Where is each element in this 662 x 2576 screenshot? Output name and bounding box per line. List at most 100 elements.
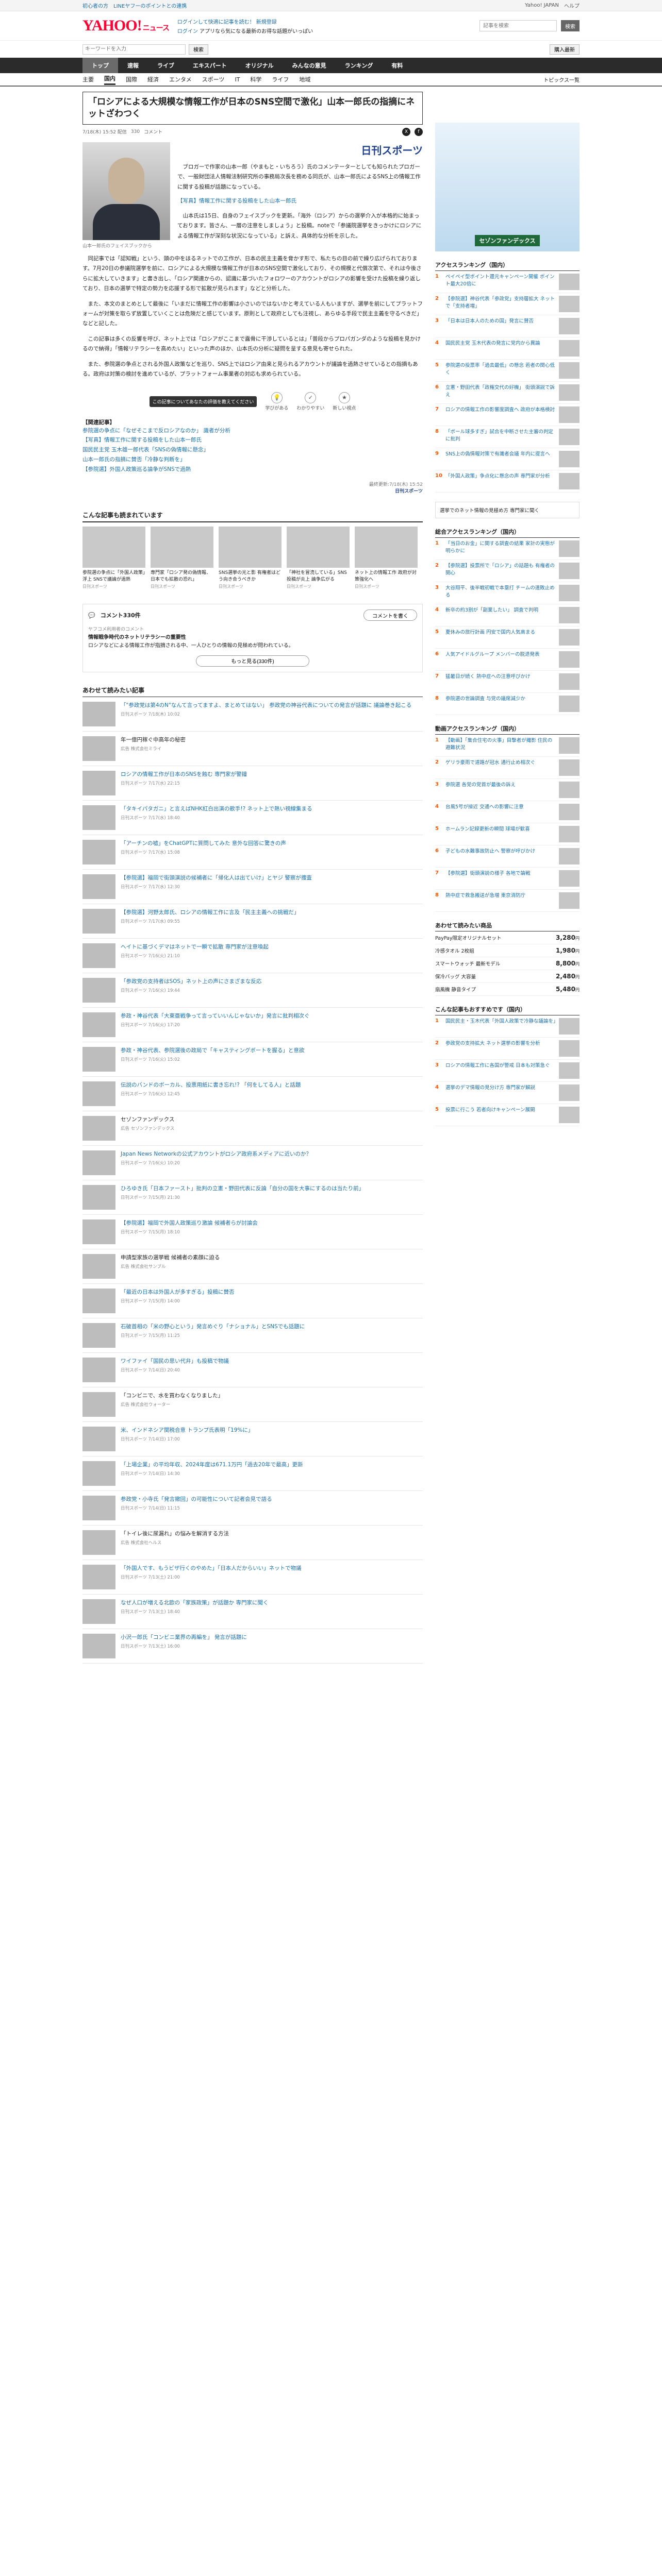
list-item[interactable]: 「外国人です、もうビザ行くのやめた」「日本人だからいい」ネットで物議 日刊スポーツ… xyxy=(82,1560,423,1595)
list-item[interactable]: なぜ人口が増える北欧の「家族政策」が話題か 専門家に聞く 日刊スポーツ 7/13(… xyxy=(82,1595,423,1629)
list-item[interactable]: 【参院選】河野太郎氏、ロシアの情報工作に言及「民主主義への挑戦だ」 日刊スポーツ … xyxy=(82,904,423,939)
cat-main[interactable]: 主要 xyxy=(82,75,94,83)
nav-tab-opinion[interactable]: みんなの意見 xyxy=(283,58,336,73)
rank-item[interactable]: 8 参院選の世論調査 与党の議席減少か xyxy=(435,693,580,715)
cat-entertainment[interactable]: エンタメ xyxy=(169,75,192,83)
keyword-input[interactable] xyxy=(82,44,186,55)
cat-domestic[interactable]: 国内 xyxy=(104,74,115,85)
list-item[interactable]: ヘイトに基づくデマはネットで一瞬で拡散 専門家が注意喚起 日刊スポーツ 7/16(… xyxy=(82,939,423,973)
list-item[interactable]: 【参院選】福岡で外国人政策巡り激論 候補者らが討論会 日刊スポーツ 7/15(月)… xyxy=(82,1215,423,1249)
header-search-input[interactable] xyxy=(479,20,557,31)
nav-tab-top[interactable]: トップ xyxy=(82,58,118,73)
yahoo-japan-link[interactable]: Yahoo! JAPAN xyxy=(525,3,559,8)
list-item[interactable]: 「アーチンの嘘」をChatGPTに質問してみた 意外な回答に驚きの声 日刊スポーツ… xyxy=(82,835,423,870)
cat-sports[interactable]: スポーツ xyxy=(202,75,225,83)
write-comment-button[interactable]: コメントを書く xyxy=(363,609,417,621)
reaction-learn[interactable]: 💡 学びがある xyxy=(265,392,288,411)
latest-button[interactable]: 購入最新 xyxy=(550,44,580,55)
ad-list-item[interactable]: セゾンファンデックス 広告 セゾンファンデックス xyxy=(82,1111,423,1146)
nav-tab-live[interactable]: ライブ xyxy=(148,58,184,73)
list-item[interactable]: 参政党・小寺氏「発言撤回」の可能性について記者会見で語る 日刊スポーツ 7/14(… xyxy=(82,1491,423,1526)
paypay-item[interactable]: PayPay限定オリジナルセット 3,280円 xyxy=(435,931,580,944)
cat-life[interactable]: ライフ xyxy=(272,75,289,83)
nav-tab-ranking[interactable]: ランキング xyxy=(336,58,383,73)
related-link[interactable]: 【参院選】外国人政策巡る論争がSNSで過熱 xyxy=(82,465,423,474)
cat-economy[interactable]: 経済 xyxy=(147,75,159,83)
comment-count[interactable]: 330 xyxy=(131,129,140,134)
rank-item[interactable]: 3 「日本は日本人のための国」発言に賛否 xyxy=(435,315,580,337)
list-item[interactable]: 「参政党の支持者はSOS」ネット上の声にさまざまな反応 日刊スポーツ 7/16(火… xyxy=(82,973,423,1008)
rank-item[interactable]: 4 国民民主党 玉木代表の発言に党内から異論 xyxy=(435,337,580,360)
list-item[interactable]: ロシアの情報工作が日本のSNSを蝕む 専門家が警鐘 日刊スポーツ 7/17(水) … xyxy=(82,766,423,801)
login-link[interactable]: ログイン xyxy=(177,29,198,35)
rank-item[interactable]: 7 【参院選】街頭演説の様子 各地で論戦 xyxy=(435,868,580,890)
cat-world[interactable]: 国際 xyxy=(126,75,137,83)
ad-list-item[interactable]: 申請型家族の選挙戦 候補者の素顔に迫る 広告 株式会社サンプル xyxy=(82,1249,423,1284)
rank-item[interactable]: 2 参政党の支持拡大 ネット選挙の影響を分析 xyxy=(435,1038,580,1060)
rank-item[interactable]: 1 【動画】「集合住宅の火事」目撃者が撮影 住民の避難状況 xyxy=(435,735,580,757)
rank-item[interactable]: 10 「外国人政策」争点化に懸念の声 専門家が分析 xyxy=(435,470,580,493)
rank-item[interactable]: 3 ロシアの情報工作に各国が警戒 日本も対策急ぐ xyxy=(435,1060,580,1082)
rank-item[interactable]: 6 立憲・野田代表「政権交代の好機」 街頭演説で訴え xyxy=(435,382,580,404)
line-yahoo-link[interactable]: LINEヤフーのポイントとの連携 xyxy=(113,2,187,9)
rank-item[interactable]: 3 大谷翔平、後半戦初戦で本塁打 チームの連敗止める xyxy=(435,582,580,604)
expert-title[interactable]: 情報戦争時代のネットリテラシーの重要性 xyxy=(88,635,186,640)
list-item[interactable]: ひろゆき氏「日本ファースト」批判の立憲・野田代表に反論「自分の国を大事にするのは… xyxy=(82,1180,423,1215)
related-link[interactable]: 国民民主党 玉木雄一郎代表「SNSの偽情報に懸念」 xyxy=(82,445,423,455)
sidebar-ad[interactable]: セゾンファンデックス xyxy=(435,123,580,251)
ad-list-item[interactable]: 「トイレ後に尿漏れ」の悩みを解消する方法 広告 株式会社ヘルス xyxy=(82,1526,423,1560)
source-logo[interactable]: 日刊スポーツ xyxy=(361,142,423,157)
nav-tab-paid[interactable]: 有料 xyxy=(382,58,412,73)
reaction-clear[interactable]: ✓ わかりやすい xyxy=(296,392,324,411)
rank-item[interactable]: 5 投票に行こう 若者向けキャンペーン展開 xyxy=(435,1104,580,1126)
rank-item[interactable]: 3 参院選 各党の党首が最後の訴え xyxy=(435,779,580,801)
paypay-item[interactable]: 冷感タオル 2枚組 1,980円 xyxy=(435,944,580,957)
cat-local[interactable]: 地域 xyxy=(299,75,310,83)
recommend-card[interactable]: 参院選の争点に「外国人政策」浮上 SNSで議論が過熱 日刊スポーツ xyxy=(82,526,145,589)
rank-item[interactable]: 1 ペイペイ型ポイント還元キャンペーン開催 ポイント最大20倍に xyxy=(435,271,580,293)
facebook-share-icon[interactable]: f xyxy=(415,127,423,136)
article-photo[interactable] xyxy=(82,142,170,240)
list-item[interactable]: ワイファイ「国民の思い代弁」も投稿で物議 日刊スポーツ 7/14(日) 20:40 xyxy=(82,1353,423,1387)
help-link[interactable]: ヘルプ xyxy=(564,2,580,9)
recommend-card[interactable]: 専門家「ロシア発の偽情報、日本でも拡散の恐れ」 日刊スポーツ xyxy=(151,526,213,589)
header-search-button[interactable]: 検索 xyxy=(561,20,580,31)
rank-item[interactable]: 4 選挙のデマ情報の見分け方 専門家が解説 xyxy=(435,1082,580,1104)
paypay-item[interactable]: 扇風機 静音タイプ 5,480円 xyxy=(435,983,580,996)
list-item[interactable]: 米、インドネシア関税合意 トランプ氏表明「19%に」 日刊スポーツ 7/14(日)… xyxy=(82,1422,423,1456)
ad-list-item[interactable]: 年一億円稼ぐ中高年の秘密 広告 株式会社ミライ xyxy=(82,732,423,766)
paypay-item[interactable]: スマートウォッチ 最新モデル 8,800円 xyxy=(435,957,580,970)
sidebar-feature-link[interactable]: 選挙でのネット情報の見極め方 専門家に聞く xyxy=(435,502,580,518)
related-link[interactable]: 【写真】情報工作に関する投稿をした山本一郎氏 xyxy=(82,435,423,445)
paypay-item[interactable]: 保冷バッグ 大容量 2,480円 xyxy=(435,970,580,983)
cat-science[interactable]: 科学 xyxy=(250,75,261,83)
ad-list-item[interactable]: 「コンビニで、水を買わなくなりました」 広告 株式会社ウォーター xyxy=(82,1387,423,1422)
posted-source[interactable]: 日刊スポーツ xyxy=(82,487,423,494)
recommend-card[interactable]: SNS選挙の光と影 有権者はどう向き合うべきか 日刊スポーツ xyxy=(219,526,282,589)
related-link[interactable]: 山本一郎氏の指摘に賛否「冷静な判断を」 xyxy=(82,455,423,465)
list-item[interactable]: 伝説のバンドのボーカル、投票用紙に書き忘れ!? 「何をしてる人」と話題 日刊スポー… xyxy=(82,1077,423,1111)
rank-item[interactable]: 1 国民民主・玉木代表「外国人政策で冷静な議論を」 xyxy=(435,1015,580,1038)
x-share-icon[interactable]: X xyxy=(402,127,410,136)
photo-link[interactable]: 【写真】情報工作に関する投稿をした山本一郎氏 xyxy=(177,196,423,206)
more-comments-button[interactable]: もっと見る(330件) xyxy=(196,655,309,667)
nav-tab-breaking[interactable]: 速報 xyxy=(118,58,148,73)
rank-item[interactable]: 2 【参院選】投票所で「ロシア」の話題も 有権者の関心 xyxy=(435,560,580,582)
nav-tab-expert[interactable]: エキスパート xyxy=(184,58,236,73)
rank-item[interactable]: 9 SNS上の偽情報対策で有識者会議 年内に提言へ xyxy=(435,448,580,470)
rank-item[interactable]: 6 子どもの水難事故防止へ 警察が呼びかけ xyxy=(435,845,580,868)
rank-item[interactable]: 4 台風5号が接近 交通への影響に注意 xyxy=(435,801,580,823)
signup-link[interactable]: ログインして快適に記事を読む！ 新規登録 xyxy=(177,18,313,25)
list-item[interactable]: 石破首相の「米の野心という」発言めぐり「ナショナル」とSNSでも話題に 日刊スポー… xyxy=(82,1318,423,1353)
app-promo[interactable]: アプリなら気になる最新のお得な話題がいっぱい xyxy=(200,29,313,35)
rank-item[interactable]: 7 ロシアの情報工作の影響度調査へ 政府が本格検討 xyxy=(435,404,580,426)
rank-item[interactable]: 4 新卒の約3割が「副業したい」 調査で判明 xyxy=(435,604,580,626)
reaction-new[interactable]: ★ 新しい視点 xyxy=(333,392,356,411)
rank-item[interactable]: 2 ゲリラ豪雨で道路が冠水 通行止め相次ぐ xyxy=(435,757,580,779)
list-item[interactable]: 参政・神谷代表「大東亜戦争って言っていいんじゃないか」発言に批判相次ぐ 日刊スポー… xyxy=(82,1008,423,1042)
keyword-search-button[interactable]: 検索 xyxy=(189,44,208,55)
related-link[interactable]: 参院選の争点に「なぜそこまで反ロシアなのか」 識者が分析 xyxy=(82,426,423,436)
recommend-card[interactable]: 「神社を冒涜している」SNS投稿が炎上 論争広がる 日刊スポーツ xyxy=(287,526,350,589)
rank-item[interactable]: 5 夏休みの旅行計画 円安で国内人気高まる xyxy=(435,626,580,649)
yahoo-news-logo[interactable]: YAHOO! ニュース xyxy=(82,17,170,35)
